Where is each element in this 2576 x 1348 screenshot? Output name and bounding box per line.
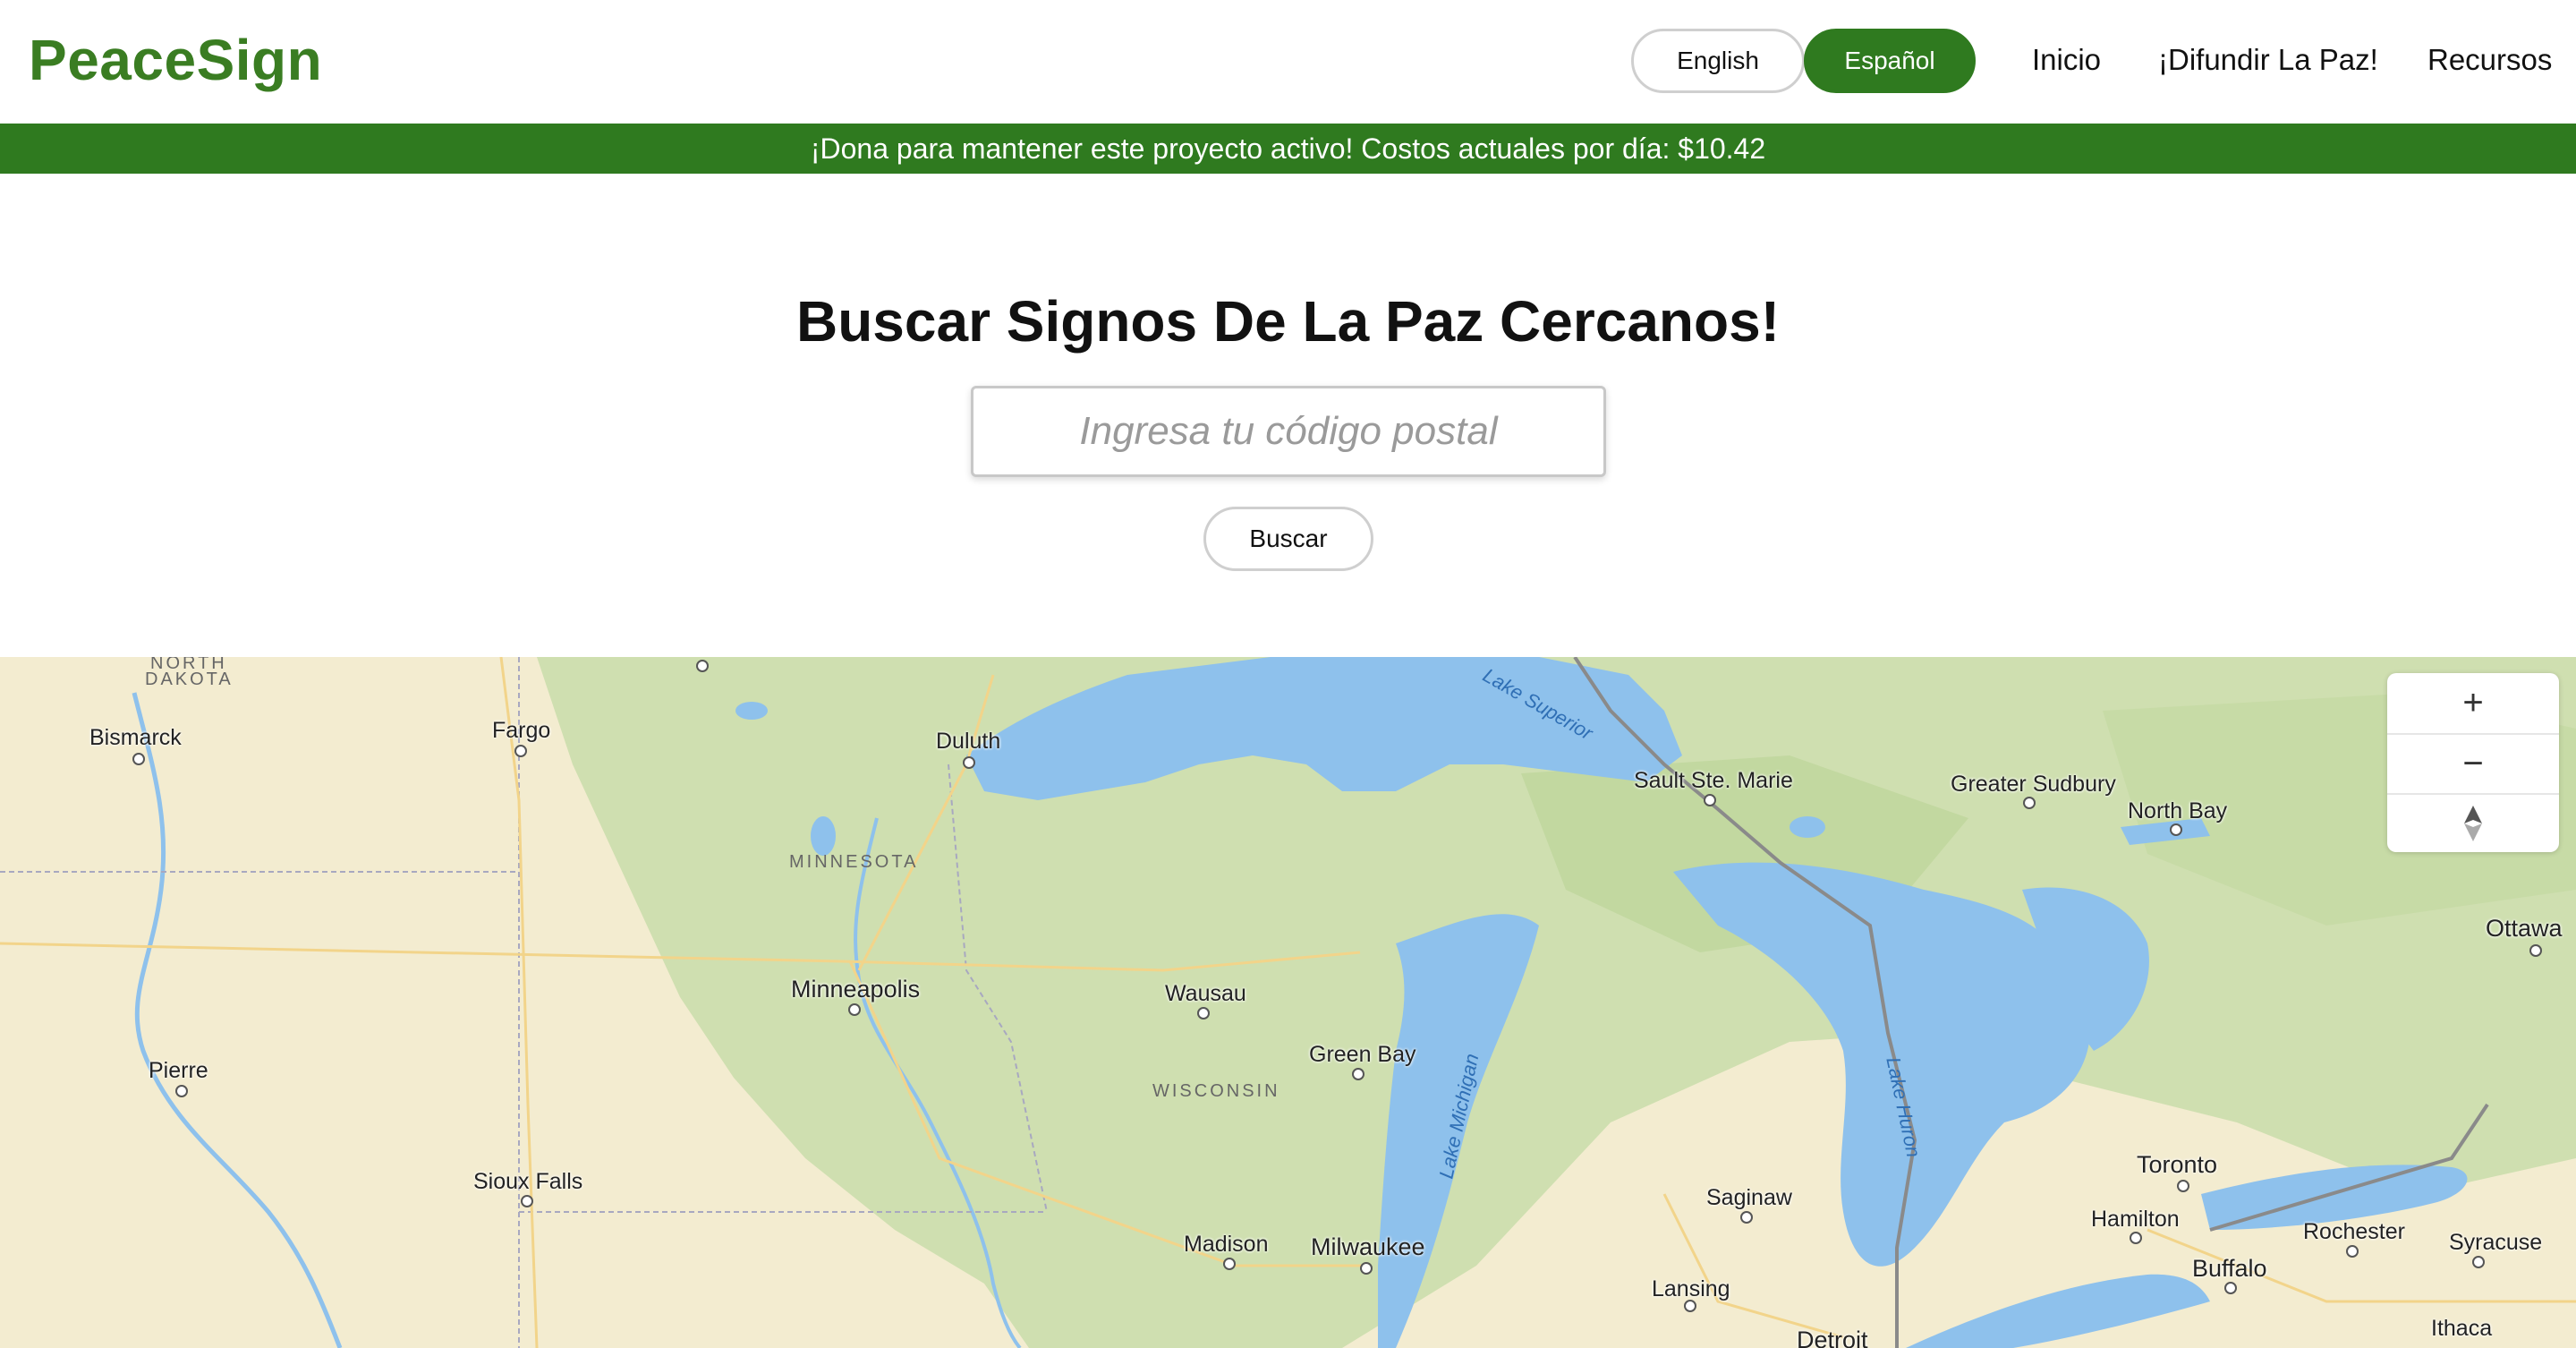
city-label-syracuse: Syracuse <box>2449 1230 2543 1255</box>
city-label-greater-sudbury: Greater Sudbury <box>1951 772 2116 797</box>
state-label-wisconsin: WISCONSIN <box>1152 1081 1280 1101</box>
missouri-river <box>132 692 343 1348</box>
city-marker <box>1360 1262 1373 1275</box>
city-marker <box>132 753 145 765</box>
city-label-sioux-falls: Sioux Falls <box>473 1169 583 1194</box>
language-spanish-button[interactable]: Español <box>1804 29 1976 93</box>
city-marker <box>2472 1256 2485 1268</box>
city-label-fargo: Fargo <box>492 718 551 743</box>
language-english-button[interactable]: English <box>1631 29 1805 93</box>
donation-banner: ¡Dona para mantener este proyecto activo… <box>0 124 2576 174</box>
city-marker <box>1740 1211 1753 1224</box>
site-header: PeaceSign English Español Inicio ¡Difund… <box>0 0 2576 124</box>
small-lake <box>735 702 768 720</box>
nav-link-inicio[interactable]: Inicio <box>2032 43 2101 77</box>
city-marker <box>2023 797 2036 809</box>
map[interactable]: NORTH DAKOTA MINNESOTA WISCONSIN Lake Su… <box>0 657 2576 1348</box>
logo[interactable]: PeaceSign <box>29 27 322 93</box>
nav-link-recursos[interactable]: Recursos <box>2427 43 2552 77</box>
city-marker <box>963 756 975 769</box>
city-label-milwaukee: Milwaukee <box>1311 1233 1425 1260</box>
city-marker <box>1223 1258 1236 1270</box>
city-label-lansing: Lansing <box>1652 1276 1730 1301</box>
city-marker <box>2130 1232 2142 1244</box>
state-label-minnesota: MINNESOTA <box>789 852 919 872</box>
city-marker <box>1352 1068 1365 1080</box>
lake-erie <box>1906 1274 2210 1348</box>
city-marker <box>696 660 709 672</box>
city-marker <box>514 745 527 757</box>
state-label-north-dakota: DAKOTA <box>145 670 234 689</box>
city-label-pierre: Pierre <box>149 1058 208 1083</box>
city-marker <box>1704 794 1716 806</box>
city-marker <box>2224 1282 2237 1294</box>
city-label-wausau: Wausau <box>1165 981 1246 1006</box>
zip-code-input[interactable] <box>971 386 1606 477</box>
city-marker <box>848 1003 861 1016</box>
donation-banner-text: ¡Dona para mantener este proyecto activo… <box>810 132 1766 165</box>
city-label-green-bay: Green Bay <box>1309 1042 1416 1067</box>
map-basemap <box>0 657 2576 1348</box>
city-label-duluth: Duluth <box>936 729 1001 754</box>
small-lake <box>1790 816 1825 838</box>
city-label-ottawa: Ottawa <box>2486 915 2563 942</box>
city-marker <box>2529 944 2542 957</box>
city-marker <box>2170 823 2182 836</box>
zoom-in-button[interactable]: + <box>2387 673 2559 732</box>
city-label-rochester: Rochester <box>2303 1219 2405 1244</box>
city-label-sault-ste-marie: Sault Ste. Marie <box>1634 768 1793 793</box>
map-controls: + − <box>2387 673 2559 852</box>
search-title: Buscar Signos De La Paz Cercanos! <box>795 289 1781 354</box>
city-marker <box>2346 1245 2359 1258</box>
highway <box>1662 1193 1844 1339</box>
compass-icon <box>2464 806 2482 841</box>
small-lake <box>811 816 836 856</box>
city-marker <box>1197 1007 1210 1020</box>
city-label-madison: Madison <box>1184 1232 1269 1257</box>
city-label-north-bay: North Bay <box>2128 798 2228 823</box>
nav-link-difundir[interactable]: ¡Difundir La Paz! <box>2158 43 2378 77</box>
city-label-saginaw: Saginaw <box>1706 1185 1792 1210</box>
city-label-bismarck: Bismarck <box>89 725 182 750</box>
city-label-minneapolis: Minneapolis <box>791 976 921 1002</box>
city-marker <box>521 1195 533 1207</box>
city-label-buffalo: Buffalo <box>2192 1255 2267 1282</box>
city-label-ithaca: Ithaca <box>2431 1316 2493 1341</box>
city-marker <box>175 1085 188 1097</box>
compass-button[interactable] <box>2387 793 2559 852</box>
city-label-detroit: Detroit <box>1797 1327 1868 1348</box>
city-label-toronto: Toronto <box>2137 1151 2218 1178</box>
zoom-out-button[interactable]: − <box>2387 733 2559 792</box>
search-button[interactable]: Buscar <box>1203 507 1373 571</box>
city-label-hamilton: Hamilton <box>2091 1207 2180 1232</box>
city-marker <box>2177 1180 2189 1192</box>
